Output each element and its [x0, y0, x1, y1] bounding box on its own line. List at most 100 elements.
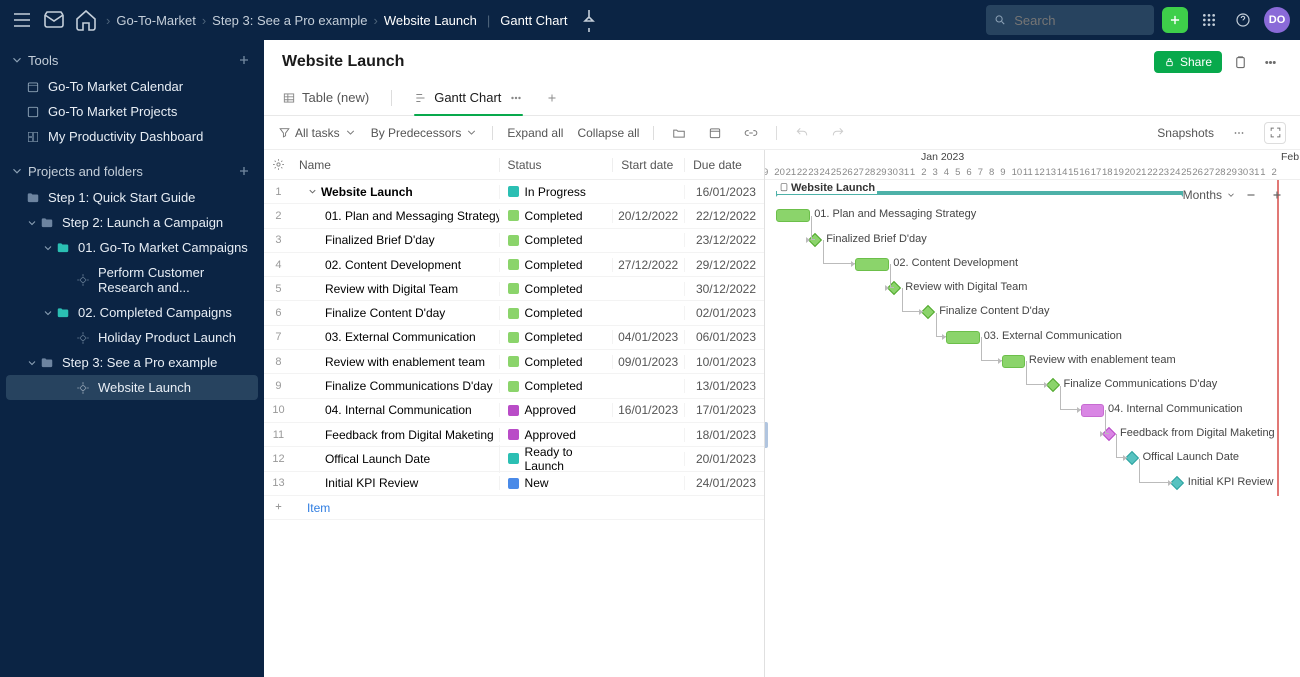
search-input[interactable]	[986, 5, 1154, 35]
table-row[interactable]: 8Review with enablement teamCompleted09/…	[264, 350, 764, 374]
col-due[interactable]: Due date	[684, 158, 764, 172]
gantt-bar[interactable]	[855, 258, 889, 271]
more-icon[interactable]	[1258, 50, 1282, 74]
add-project-icon[interactable]	[236, 163, 252, 179]
add-item-row[interactable]: Item	[264, 496, 764, 520]
gantt-bar[interactable]	[1002, 355, 1025, 368]
timescale-select[interactable]: Months	[1183, 188, 1222, 202]
task-name[interactable]: Initial KPI Review	[293, 476, 499, 490]
sidebar-item-website-launch[interactable]: Website Launch	[6, 375, 258, 400]
sort-predecessors[interactable]: By Predecessors	[371, 126, 479, 140]
due-date[interactable]: 23/12/2022	[684, 233, 764, 247]
tab-gantt[interactable]: Gantt Chart	[414, 80, 523, 115]
task-status[interactable]: Completed	[499, 258, 613, 272]
due-date[interactable]: 30/12/2022	[684, 282, 764, 296]
table-row[interactable]: 5Review with Digital TeamCompleted30/12/…	[264, 277, 764, 301]
gantt-milestone[interactable]	[921, 305, 935, 319]
task-name[interactable]: Finalized Brief D'day	[293, 233, 499, 247]
task-name[interactable]: Finalize Content D'day	[293, 306, 499, 320]
due-date[interactable]: 06/01/2023	[684, 330, 764, 344]
breadcrumb-2[interactable]: Step 3: See a Pro example	[212, 13, 367, 28]
clipboard-icon[interactable]	[1228, 50, 1252, 74]
task-status[interactable]: Ready to Launch	[499, 445, 613, 473]
start-date[interactable]: 27/12/2022	[612, 258, 684, 272]
due-date[interactable]: 13/01/2023	[684, 379, 764, 393]
sidebar-item-calendar[interactable]: Go-To Market Calendar	[0, 74, 264, 99]
task-name[interactable]: 02. Content Development	[293, 258, 499, 272]
task-name[interactable]: Website Launch	[293, 185, 499, 199]
tab-more-icon[interactable]	[509, 91, 523, 105]
start-date[interactable]: 20/12/2022	[612, 209, 684, 223]
task-status[interactable]: In Progress	[499, 185, 613, 199]
home-icon[interactable]	[74, 8, 98, 32]
sidebar-item-dashboard[interactable]: My Productivity Dashboard	[0, 124, 264, 149]
expand-all[interactable]: Expand all	[507, 126, 563, 140]
table-row[interactable]: 3Finalized Brief D'dayCompleted23/12/202…	[264, 229, 764, 253]
col-name[interactable]: Name	[293, 158, 499, 172]
task-status[interactable]: Completed	[499, 330, 613, 344]
sidebar-item-step2[interactable]: Step 2: Launch a Campaign	[0, 210, 264, 235]
gantt-bar[interactable]	[776, 209, 810, 222]
task-name[interactable]: Finalize Communications D'day	[293, 379, 499, 393]
create-button[interactable]	[1162, 7, 1188, 33]
start-date[interactable]: 04/01/2023	[612, 330, 684, 344]
table-row[interactable]: 11Feedback from Digital MaketingApproved…	[264, 423, 764, 447]
hamburger-icon[interactable]	[10, 8, 34, 32]
breadcrumb-1[interactable]: Go-To-Market	[116, 13, 195, 28]
apps-icon[interactable]	[1196, 7, 1222, 33]
add-item-link[interactable]: Item	[307, 501, 330, 515]
sidebar-section-tools[interactable]: Tools	[0, 46, 264, 74]
sidebar-item-research[interactable]: Perform Customer Research and...	[0, 260, 264, 300]
sidebar-section-projects[interactable]: Projects and folders	[0, 157, 264, 185]
fullscreen-icon[interactable]	[1264, 122, 1286, 144]
table-row[interactable]: 9Finalize Communications D'dayCompleted1…	[264, 374, 764, 398]
col-status[interactable]: Status	[499, 158, 613, 172]
snapshots-button[interactable]: Snapshots	[1157, 126, 1214, 140]
table-row[interactable]: 6Finalize Content D'dayCompleted02/01/20…	[264, 301, 764, 325]
task-status[interactable]: Completed	[499, 379, 613, 393]
add-tool-icon[interactable]	[236, 52, 252, 68]
toolbar-more-icon[interactable]	[1228, 122, 1250, 144]
task-status[interactable]: New	[499, 476, 613, 490]
task-status[interactable]: Approved	[499, 428, 613, 442]
open-folder-icon[interactable]	[668, 122, 690, 144]
sidebar-item-step1[interactable]: Step 1: Quick Start Guide	[0, 185, 264, 210]
task-name[interactable]: Review with Digital Team	[293, 282, 499, 296]
task-name[interactable]: 03. External Communication	[293, 330, 499, 344]
due-date[interactable]: 02/01/2023	[684, 306, 764, 320]
gantt-bar[interactable]	[1081, 404, 1104, 417]
tab-table[interactable]: Table (new)	[282, 80, 369, 115]
redo-icon[interactable]	[827, 122, 849, 144]
start-date[interactable]: 09/01/2023	[612, 355, 684, 369]
gantt-bar[interactable]	[946, 331, 980, 344]
undo-icon[interactable]	[791, 122, 813, 144]
avatar[interactable]: DO	[1264, 7, 1290, 33]
task-name[interactable]: Review with enablement team	[293, 355, 499, 369]
inbox-icon[interactable]	[42, 8, 66, 32]
table-row[interactable]: 12Offical Launch DateReady to Launch20/0…	[264, 447, 764, 471]
task-status[interactable]: Completed	[499, 355, 613, 369]
task-name[interactable]: Offical Launch Date	[293, 452, 499, 466]
sidebar-item-holiday-launch[interactable]: Holiday Product Launch	[0, 325, 264, 350]
help-icon[interactable]	[1230, 7, 1256, 33]
pin-icon[interactable]	[577, 8, 601, 32]
due-date[interactable]: 17/01/2023	[684, 403, 764, 417]
table-row[interactable]: 13Initial KPI ReviewNew24/01/2023	[264, 472, 764, 496]
sidebar-item-completed-campaigns[interactable]: 02. Completed Campaigns	[0, 300, 264, 325]
table-row[interactable]: 703. External CommunicationCompleted04/0…	[264, 326, 764, 350]
table-row[interactable]: 201. Plan and Messaging StrategyComplete…	[264, 204, 764, 228]
table-row[interactable]: 1Website LaunchIn Progress16/01/2023	[264, 180, 764, 204]
collapse-all[interactable]: Collapse all	[577, 126, 639, 140]
due-date[interactable]: 22/12/2022	[684, 209, 764, 223]
due-date[interactable]: 20/01/2023	[684, 452, 764, 466]
zoom-out-icon[interactable]	[1240, 184, 1262, 206]
due-date[interactable]: 24/01/2023	[684, 476, 764, 490]
gantt-resize-handle[interactable]	[765, 422, 768, 448]
gantt-milestone[interactable]	[1045, 378, 1059, 392]
task-status[interactable]: Approved	[499, 403, 613, 417]
task-status[interactable]: Completed	[499, 282, 613, 296]
due-date[interactable]: 10/01/2023	[684, 355, 764, 369]
start-date[interactable]: 16/01/2023	[612, 403, 684, 417]
filter-tasks[interactable]: All tasks	[278, 126, 357, 140]
link-tool-icon[interactable]	[740, 122, 762, 144]
